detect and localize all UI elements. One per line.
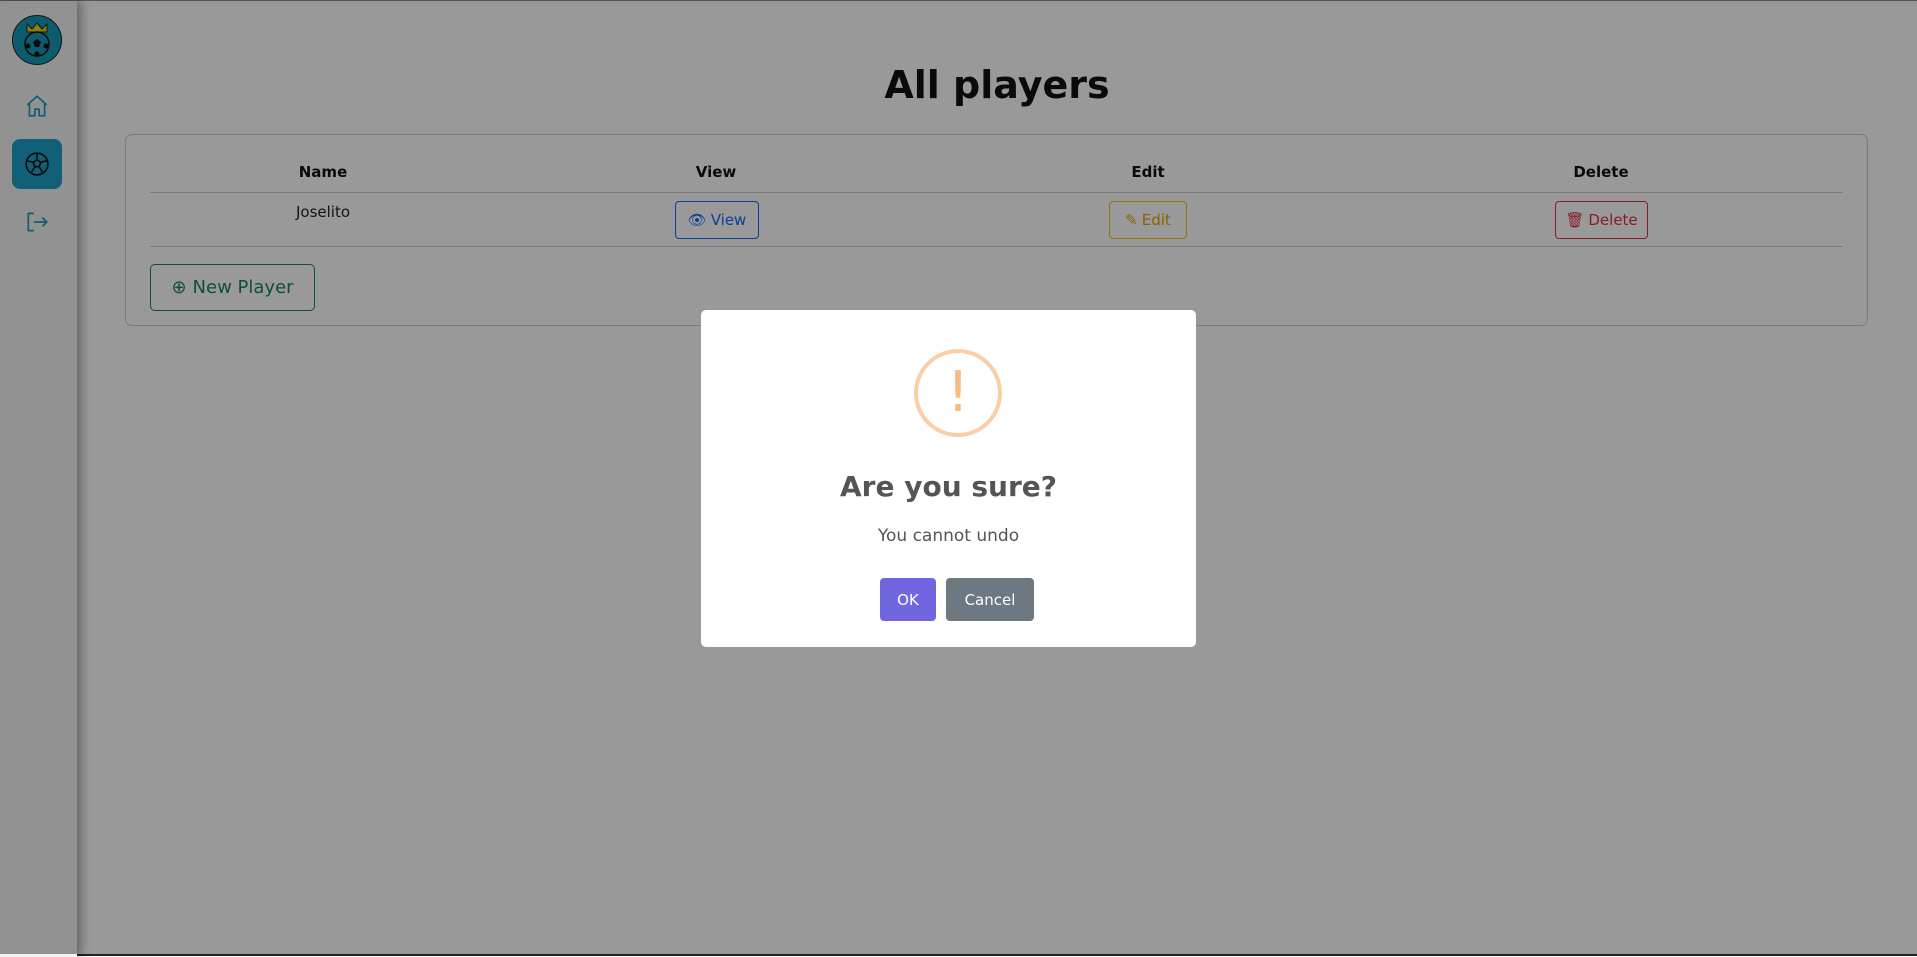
dialog-text: You cannot undo (877, 526, 1020, 546)
confirm-dialog: ! Are you sure? You cannot undo OK Cance… (701, 310, 1196, 647)
ok-button[interactable]: OK (880, 578, 936, 621)
cancel-button[interactable]: Cancel (946, 578, 1034, 621)
dialog-title: Are you sure? (839, 470, 1058, 503)
warning-icon: ! (914, 349, 1002, 437)
